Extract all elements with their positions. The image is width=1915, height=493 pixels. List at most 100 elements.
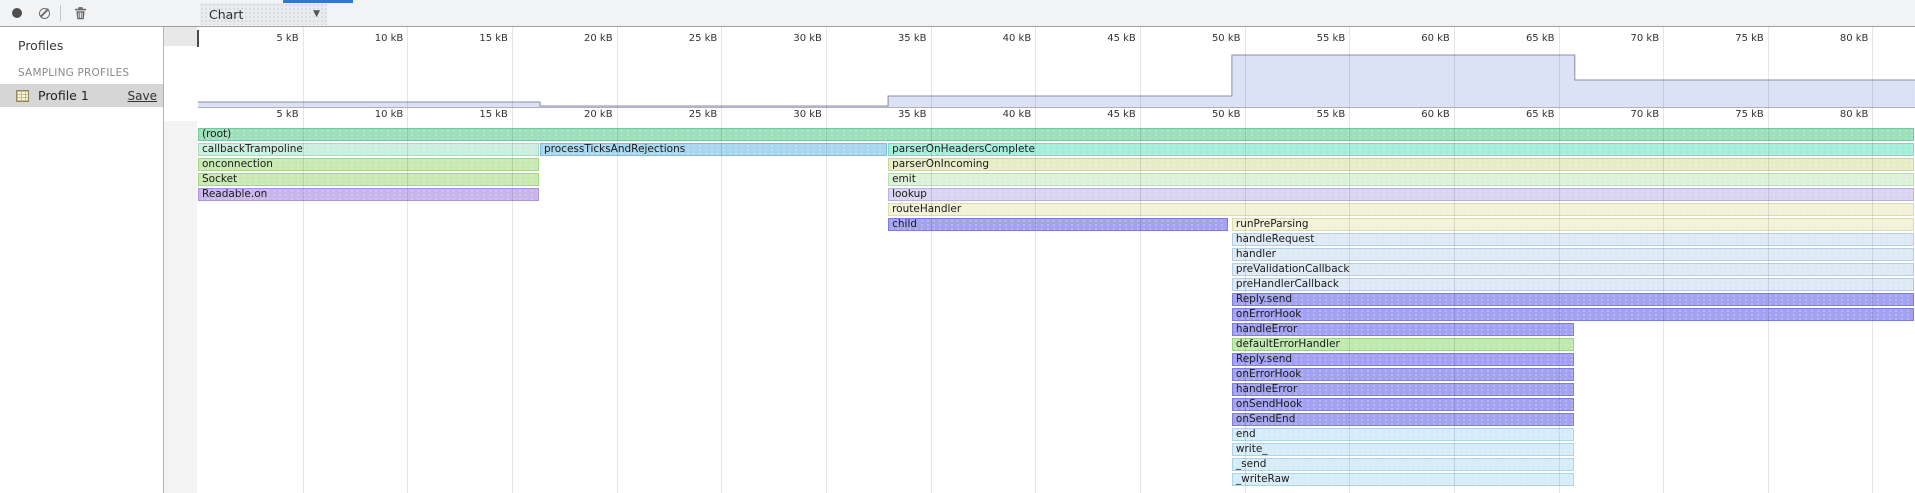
overview-ruler-tick-label: 5 kB [276,33,298,44]
flame-bar[interactable]: onSendHook [1232,398,1574,411]
flame-ruler-tick-label: 55 kB [1317,109,1346,120]
flame-bar-label: (root) [202,128,231,140]
sidebar-title: Profiles [18,38,63,53]
flame-bar[interactable]: Socket [198,173,539,186]
gridline [1140,27,1141,493]
gridline [931,27,932,493]
trash-icon [74,6,87,20]
gridline [512,27,513,493]
gridline [1768,27,1769,493]
clear-profiles-button[interactable] [33,0,55,26]
gutter-cap [164,27,197,46]
overview-ruler-tick-label: 50 kB [1212,33,1241,44]
flame-ruler-tick-label: 20 kB [584,109,613,120]
flame-bar-label: parserOnIncoming [892,158,989,170]
gridline [303,27,304,493]
flame-bar[interactable]: lookup [888,188,1914,201]
overview-left-handle[interactable] [197,30,199,47]
overview-ruler-tick-label: 55 kB [1317,33,1346,44]
profile-list-item[interactable]: Profile 1 Save [0,84,163,107]
flame-bar-label: onErrorHook [1236,308,1302,320]
flame-bar[interactable]: preValidationCallback [1232,263,1914,276]
flame-bar-label: callbackTrampoline [202,143,303,155]
flame-bar-label: end [1236,428,1256,440]
overview-ruler-tick-label: 80 kB [1840,33,1869,44]
flame-bar[interactable]: onconnection [198,158,539,171]
flame-bar[interactable]: routeHandler [888,203,1914,216]
flame-bar[interactable]: handleError [1232,323,1574,336]
toolbar-separator [60,5,61,21]
flame-bar[interactable]: end [1232,428,1574,441]
record-icon [12,8,22,18]
flame-bar[interactable]: (root) [198,128,1914,141]
flame-bar[interactable]: callbackTrampoline [198,143,539,156]
flame-bar[interactable]: handleRequest [1232,233,1914,246]
delete-profile-button[interactable] [69,0,91,26]
flame-bar[interactable]: parserOnIncoming [888,158,1914,171]
flame-bar-label: runPreParsing [1236,218,1309,230]
flame-bar[interactable]: _writeRaw [1232,473,1574,486]
gridline [1872,27,1873,493]
record-button[interactable] [6,0,28,26]
overview-ruler-tick-label: 65 kB [1526,33,1555,44]
flame-bar[interactable]: Readable.on [198,188,539,201]
gridline [1349,27,1350,493]
flame-bar[interactable]: onErrorHook [1232,308,1914,321]
overview-ruler-tick-label: 45 kB [1107,33,1136,44]
view-mode-select[interactable]: Chart ▼ [200,3,327,25]
gridline [1454,27,1455,493]
overview-ruler-tick-label: 70 kB [1631,33,1660,44]
block-icon [39,8,50,19]
flame-bar-label: onErrorHook [1236,368,1302,380]
chart-gutter [164,27,198,493]
toolbar: Chart ▼ [0,0,1915,27]
flame-bar[interactable]: handler [1232,248,1914,261]
gridline [826,27,827,493]
flame-ruler-tick-label: 30 kB [793,109,822,120]
flame-bar[interactable]: Reply.send [1232,353,1574,366]
flame-ruler-tick-label: 15 kB [479,109,508,120]
overview-ruler-tick-label: 35 kB [898,33,927,44]
overview-ruler-tick-label: 60 kB [1421,33,1450,44]
profile-name: Profile 1 [38,88,128,103]
save-profile-link[interactable]: Save [128,89,157,103]
profile-icon [16,90,29,102]
flame-bar-label: defaultErrorHandler [1236,338,1340,350]
overview-ruler-tick-label: 15 kB [479,33,508,44]
flame-bar[interactable]: emit [888,173,1914,186]
memory-overview-chart[interactable] [0,0,1915,493]
flame-ruler-tick-label: 70 kB [1631,109,1660,120]
flame-bar[interactable]: onSendEnd [1232,413,1574,426]
flame-bar-label: processTicksAndRejections [544,143,685,155]
overview-ruler-tick-label: 30 kB [793,33,822,44]
view-mode-value: Chart [200,7,313,22]
flame-bar-label: write_ [1236,443,1268,455]
flame-bar-label: parserOnHeadersComplete [892,143,1035,155]
flame-ruler-tick-label: 50 kB [1212,109,1241,120]
gridline [721,27,722,493]
active-tab-indicator [283,0,353,3]
flame-bar[interactable]: parserOnHeadersComplete [888,143,1914,156]
flame-bar-label: Readable.on [202,188,267,200]
flame-bar[interactable]: defaultErrorHandler [1232,338,1574,351]
flame-bar[interactable]: handleError [1232,383,1574,396]
overview-fill [198,55,1915,108]
flame-bar[interactable]: runPreParsing [1232,218,1914,231]
flame-ruler-tick-label: 35 kB [898,109,927,120]
flame-bar[interactable]: child [888,218,1228,231]
flame-bar-label: routeHandler [892,203,961,215]
flame-bar[interactable]: write_ [1232,443,1574,456]
memory-profiler-panel: Chart ▼ Profiles SAMPLING PROFILES Profi… [0,0,1915,493]
gridline [1035,27,1036,493]
flame-bar[interactable]: preHandlerCallback [1232,278,1914,291]
overview-ruler-tick-label: 75 kB [1735,33,1764,44]
flame-bar-label: emit [892,173,916,185]
flame-bar[interactable]: _send [1232,458,1574,471]
flame-bar-label: lookup [892,188,927,200]
overview-ruler-tick-label: 25 kB [689,33,718,44]
flame-ruler-tick-label: 65 kB [1526,109,1555,120]
flame-bar[interactable]: processTicksAndRejections [540,143,887,156]
flame-bar[interactable]: onErrorHook [1232,368,1574,381]
flame-bar[interactable]: Reply.send [1232,293,1914,306]
gutter-flame-strip [164,121,197,493]
